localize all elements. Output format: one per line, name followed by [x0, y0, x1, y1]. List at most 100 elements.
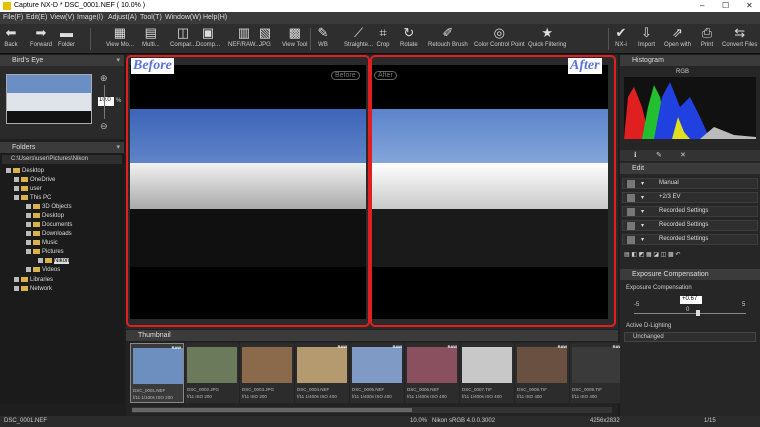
thumbnail-item[interactable]: RAW DSC_0008.TIF f/11 ISO 400 — [515, 343, 569, 403]
menu-image[interactable]: Image(I) — [77, 14, 103, 21]
folder-tree-item[interactable]: Libraries — [14, 277, 53, 283]
close-button[interactable]: ✕ — [746, 1, 753, 10]
toolbar-button-crop[interactable]: ⌗ Crop — [376, 24, 390, 54]
expand-icon[interactable] — [26, 240, 31, 245]
scroll-thumb[interactable] — [132, 408, 412, 412]
zoom-in-icon[interactable]: ⊕ — [100, 73, 108, 84]
thumbnail-item[interactable]: RAW DSC_0009.TIF f/11 ISO 400 — [570, 343, 624, 403]
chevron-down-icon[interactable]: ▾ — [641, 208, 644, 215]
edit-tools-icons[interactable]: ▤ ◧ ◩ ▦ ◪ ◫ ▩ ↶ — [624, 251, 680, 258]
zoom-field[interactable]: 10.0 — [98, 97, 114, 106]
folder-tree-item[interactable]: OneDrive — [14, 177, 55, 183]
expand-icon[interactable] — [38, 258, 43, 263]
expand-icon[interactable] — [26, 249, 31, 254]
menu-file[interactable]: File(F) — [3, 14, 23, 21]
toolbar-button-multi[interactable]: ▤ Multi... — [142, 24, 160, 54]
toolbar-button-histogram-toggle[interactable]: ▥ NEF/RAW... — [228, 24, 260, 54]
expand-icon[interactable] — [14, 277, 19, 282]
chevron-down-icon[interactable]: ▾ — [641, 180, 644, 187]
menu-help[interactable]: Help(H) — [203, 14, 227, 21]
chevron-down-icon[interactable]: ▾ — [641, 194, 644, 201]
toolbar-button-jpeg[interactable]: ▧ JPG — [258, 24, 272, 54]
folder-tree-item[interactable]: Desktop — [6, 168, 44, 174]
menu-tool[interactable]: Tool(T) — [140, 14, 162, 21]
toolbar-button-open-with[interactable]: ⇗ Open with — [664, 24, 691, 54]
maximize-button[interactable]: ☐ — [722, 1, 729, 10]
toolbar-button-convert-files[interactable]: ⇆ Convert Files — [722, 24, 757, 54]
folder-tree-item[interactable]: Nikon — [38, 258, 70, 265]
edit-tab-icon[interactable]: ✎ — [656, 151, 662, 159]
dlighting-select[interactable]: Unchanged — [624, 332, 756, 342]
folder-path[interactable]: C:\Users\user\Pictures\Nikon — [2, 155, 122, 164]
expand-icon[interactable] — [14, 286, 19, 291]
toolbar-button-compare[interactable]: ◫ Compar... — [170, 24, 196, 54]
toolbar-button-rotate[interactable]: ↻ Rotate — [400, 24, 418, 54]
menu-adjust[interactable]: Adjust(A) — [108, 14, 137, 21]
folder-tree-item[interactable]: Documents — [26, 222, 72, 228]
edit-row[interactable]: ▾ Recorded Settings — [622, 234, 758, 245]
edit-row[interactable]: ▾ Recorded Settings — [622, 220, 758, 231]
folder-tree-item[interactable]: Videos — [26, 267, 60, 273]
minimize-button[interactable]: – — [700, 1, 704, 10]
toolbar-button-white-balance[interactable]: ✎ WB — [316, 24, 330, 54]
expand-icon[interactable] — [26, 267, 31, 272]
edit-row[interactable]: ▾ Recorded Settings — [622, 206, 758, 217]
collapse-icon[interactable]: ▾ — [116, 143, 120, 151]
zoom-out-icon[interactable]: ⊖ — [100, 121, 108, 132]
toolbar-button-print[interactable]: ⎙ Print — [700, 24, 714, 54]
toolbar-button-back[interactable]: ⬅ Back — [4, 24, 18, 54]
toolbar-button-retouch-brush[interactable]: ✐ Retouch Brush — [428, 24, 468, 54]
thumbnail-item[interactable]: RAW DSC_0004.NEF f/11 1/400s ISO 400 — [295, 343, 349, 403]
expand-icon[interactable] — [14, 186, 19, 191]
thumbnail-item[interactable]: RAW DSC_0001.NEF f/11 1/100s ISO 200 — [130, 343, 184, 403]
toolbar-button-color-control-point[interactable]: ◎ Color Control Point — [474, 24, 525, 54]
thumbnail-item[interactable]: DSC_0002.JPG f/11 ISO 200 — [185, 343, 239, 403]
toolbar-button-forward[interactable]: ➡ Forward — [30, 24, 52, 54]
expand-icon[interactable] — [6, 168, 11, 173]
folder-tree-item[interactable]: Music — [26, 240, 58, 246]
toolbar-button-import[interactable]: ⇩ Import — [638, 24, 655, 54]
expand-icon[interactable] — [26, 204, 31, 209]
edit-row[interactable]: ▾ +2/3 EV — [622, 192, 758, 203]
thumbnail-item[interactable]: RAW DSC_0005.NEF f/11 1/400s ISO 400 — [350, 343, 404, 403]
exposure-slider-track[interactable] — [634, 313, 746, 314]
chevron-down-icon[interactable]: ▾ — [641, 236, 644, 243]
info-tab-icon[interactable]: ℹ — [634, 151, 637, 159]
zoom-slider[interactable] — [104, 85, 105, 119]
collapse-icon[interactable]: ▾ — [116, 56, 120, 64]
toolbar-button-straighten[interactable]: ⟋ Straighte... — [344, 24, 373, 54]
folder-tree-item[interactable]: user — [14, 186, 42, 192]
folder-tree-item[interactable]: Downloads — [26, 231, 72, 237]
folder-tree-item[interactable]: Network — [14, 286, 52, 292]
menu-view[interactable]: View(V) — [50, 14, 74, 21]
expand-icon[interactable] — [26, 231, 31, 236]
expand-icon[interactable] — [26, 213, 31, 218]
expand-icon[interactable] — [14, 195, 19, 200]
toolbar-button-nx-i[interactable]: ✔ NX-i — [614, 24, 628, 54]
edit-row[interactable]: ▾ Manual — [622, 178, 758, 189]
chevron-down-icon[interactable]: ▾ — [641, 222, 644, 229]
menu-window[interactable]: Window(W) — [165, 14, 201, 21]
thumbnail-item[interactable]: RAW DSC_0006.NEF f/11 1/400s ISO 400 — [405, 343, 459, 403]
histogram-channel[interactable]: RGB — [676, 69, 689, 75]
status-page: 1/15 — [704, 418, 716, 424]
thumbnail-scrollbar[interactable] — [132, 407, 612, 413]
expand-icon[interactable] — [14, 177, 19, 182]
exposure-slider-thumb[interactable] — [695, 310, 700, 316]
thumbnail-item[interactable]: DSC_0007.TIF f/11 1/400s ISO 400 — [460, 343, 514, 403]
folder-tree-item[interactable]: Pictures — [26, 249, 64, 255]
toolbar-button-folder[interactable]: ▬ Folder — [58, 24, 75, 54]
exposure-value[interactable]: +0.67 — [680, 296, 702, 304]
toolbar-button-quick-filter[interactable]: ★ Quick Filtering — [528, 24, 566, 54]
folder-tree-item[interactable]: 3D Objects — [26, 204, 72, 210]
thumbnail-item[interactable]: DSC_0003.JPG f/11 ISO 200 — [240, 343, 294, 403]
toolbar-button-view-mode[interactable]: ▦ View Mo... — [106, 24, 134, 54]
toolbar-button-display[interactable]: ▣ Dcomp... — [196, 24, 220, 54]
menu-edit[interactable]: Edit(E) — [26, 14, 47, 21]
birds-eye-preview[interactable] — [6, 74, 92, 124]
expand-icon[interactable] — [26, 222, 31, 227]
tools-tab-icon[interactable]: ✕ — [680, 151, 686, 159]
toolbar-button-view-tool[interactable]: ▩ View Tool — [282, 24, 307, 54]
folder-tree-item[interactable]: Desktop — [26, 213, 64, 219]
folder-tree-item[interactable]: This PC — [14, 195, 51, 201]
